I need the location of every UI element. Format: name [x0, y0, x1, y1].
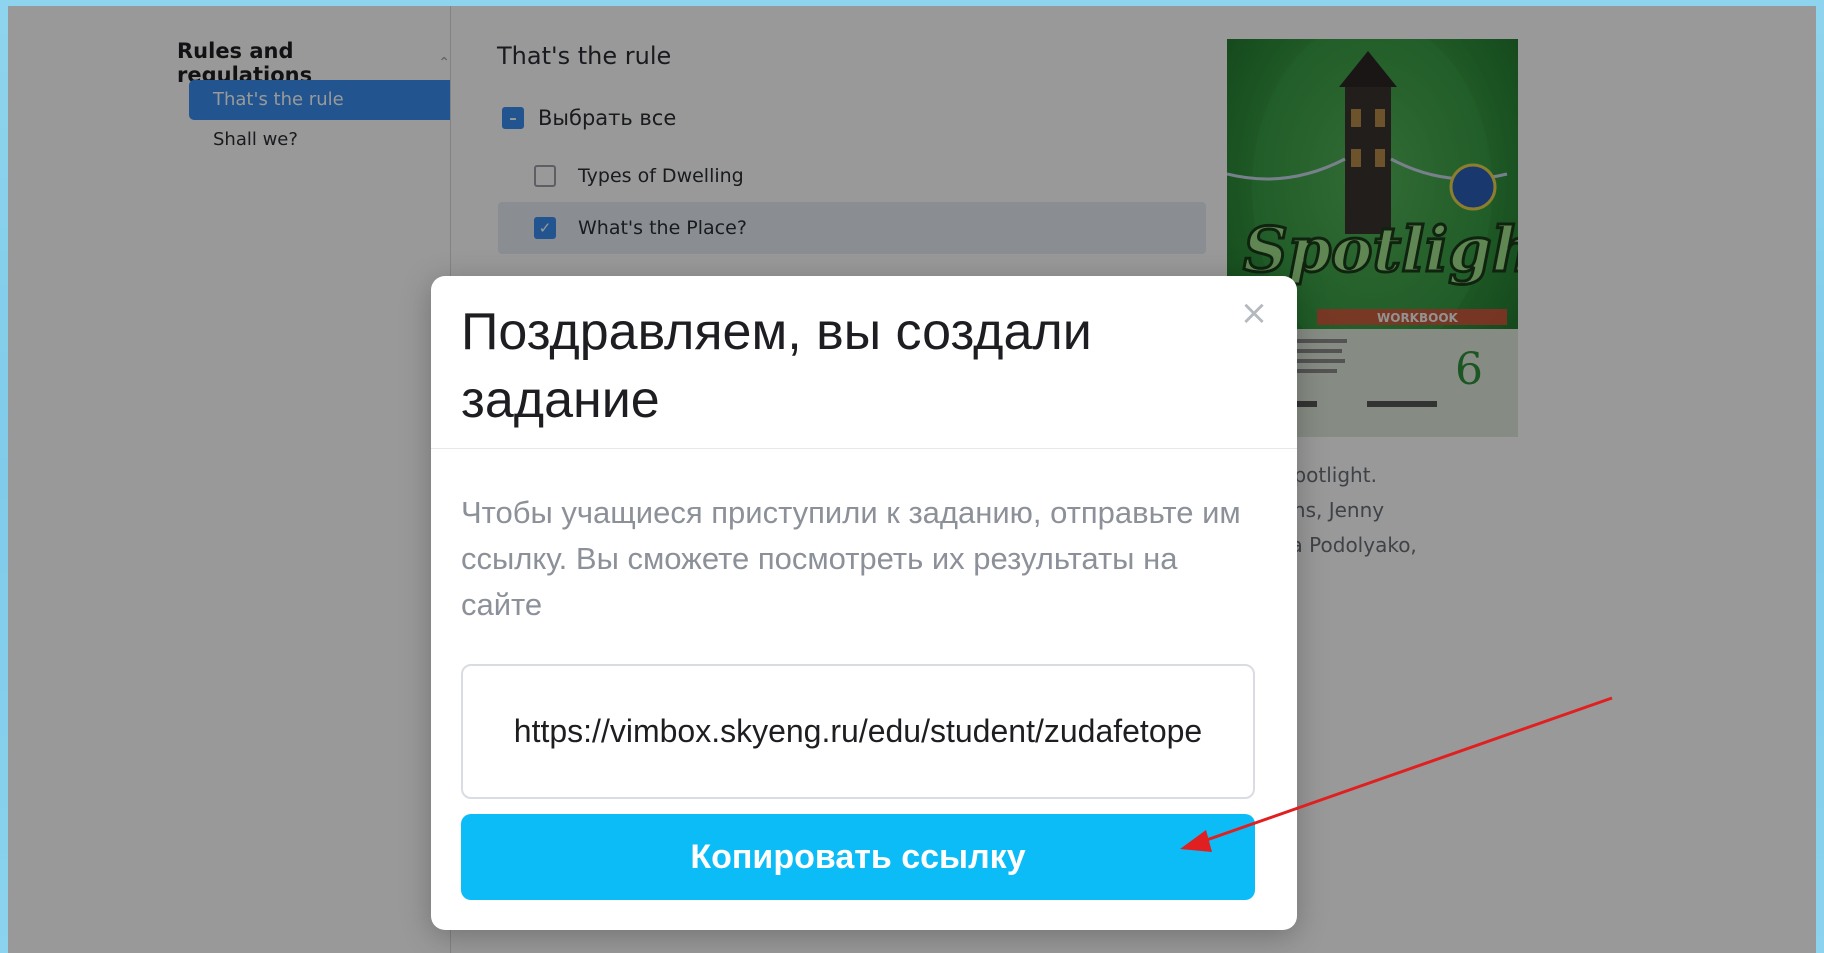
list-item-label: Types of Dwelling: [578, 165, 744, 187]
close-icon[interactable]: ×: [1239, 296, 1269, 330]
sidebar-item-thats-the-rule[interactable]: That's the rule: [189, 80, 450, 120]
task-link-field[interactable]: https://vimbox.skyeng.ru/edu/student/zud…: [461, 664, 1255, 799]
sidebar-item-shall-we[interactable]: Shall we?: [189, 120, 450, 160]
list-item-whats-the-place[interactable]: ✓ What's the Place?: [498, 202, 1206, 254]
book-cover-subtitle: WORKBOOK: [1377, 311, 1459, 325]
app-window: Rules and regulations ⌃ That's the rule …: [8, 6, 1816, 953]
list-item-types-of-dwelling[interactable]: Types of Dwelling: [498, 150, 1206, 202]
sidebar-item-label: Shall we?: [213, 129, 298, 150]
success-modal: Поздравляем, вы создали задание × Чтобы …: [431, 276, 1297, 930]
copy-link-button[interactable]: Копировать ссылку: [461, 814, 1255, 900]
modal-title: Поздравляем, вы создали задание: [461, 303, 1092, 429]
sidebar-item-label: That's the rule: [213, 89, 344, 110]
page-title: That's the rule: [497, 42, 672, 70]
minus-icon: –: [502, 107, 524, 129]
book-cover-number: 6: [1455, 344, 1483, 395]
book-cover-title: Spotlight: [1243, 213, 1518, 286]
modal-description: Чтобы учащиеся приступили к заданию, отп…: [461, 495, 1241, 622]
chevron-up-icon: ⌃: [438, 55, 450, 71]
checkbox-unchecked[interactable]: [534, 165, 556, 187]
checkbox-checked[interactable]: ✓: [534, 217, 556, 239]
task-link-text: https://vimbox.skyeng.ru/edu/student/zud…: [513, 713, 1203, 749]
list-item-label: What's the Place?: [578, 217, 747, 239]
modal-divider: [431, 448, 1297, 449]
select-all-label: Выбрать все: [538, 106, 677, 130]
select-all-checkbox[interactable]: – Выбрать все: [502, 106, 676, 130]
sidebar: Rules and regulations ⌃ That's the rule …: [8, 6, 451, 953]
